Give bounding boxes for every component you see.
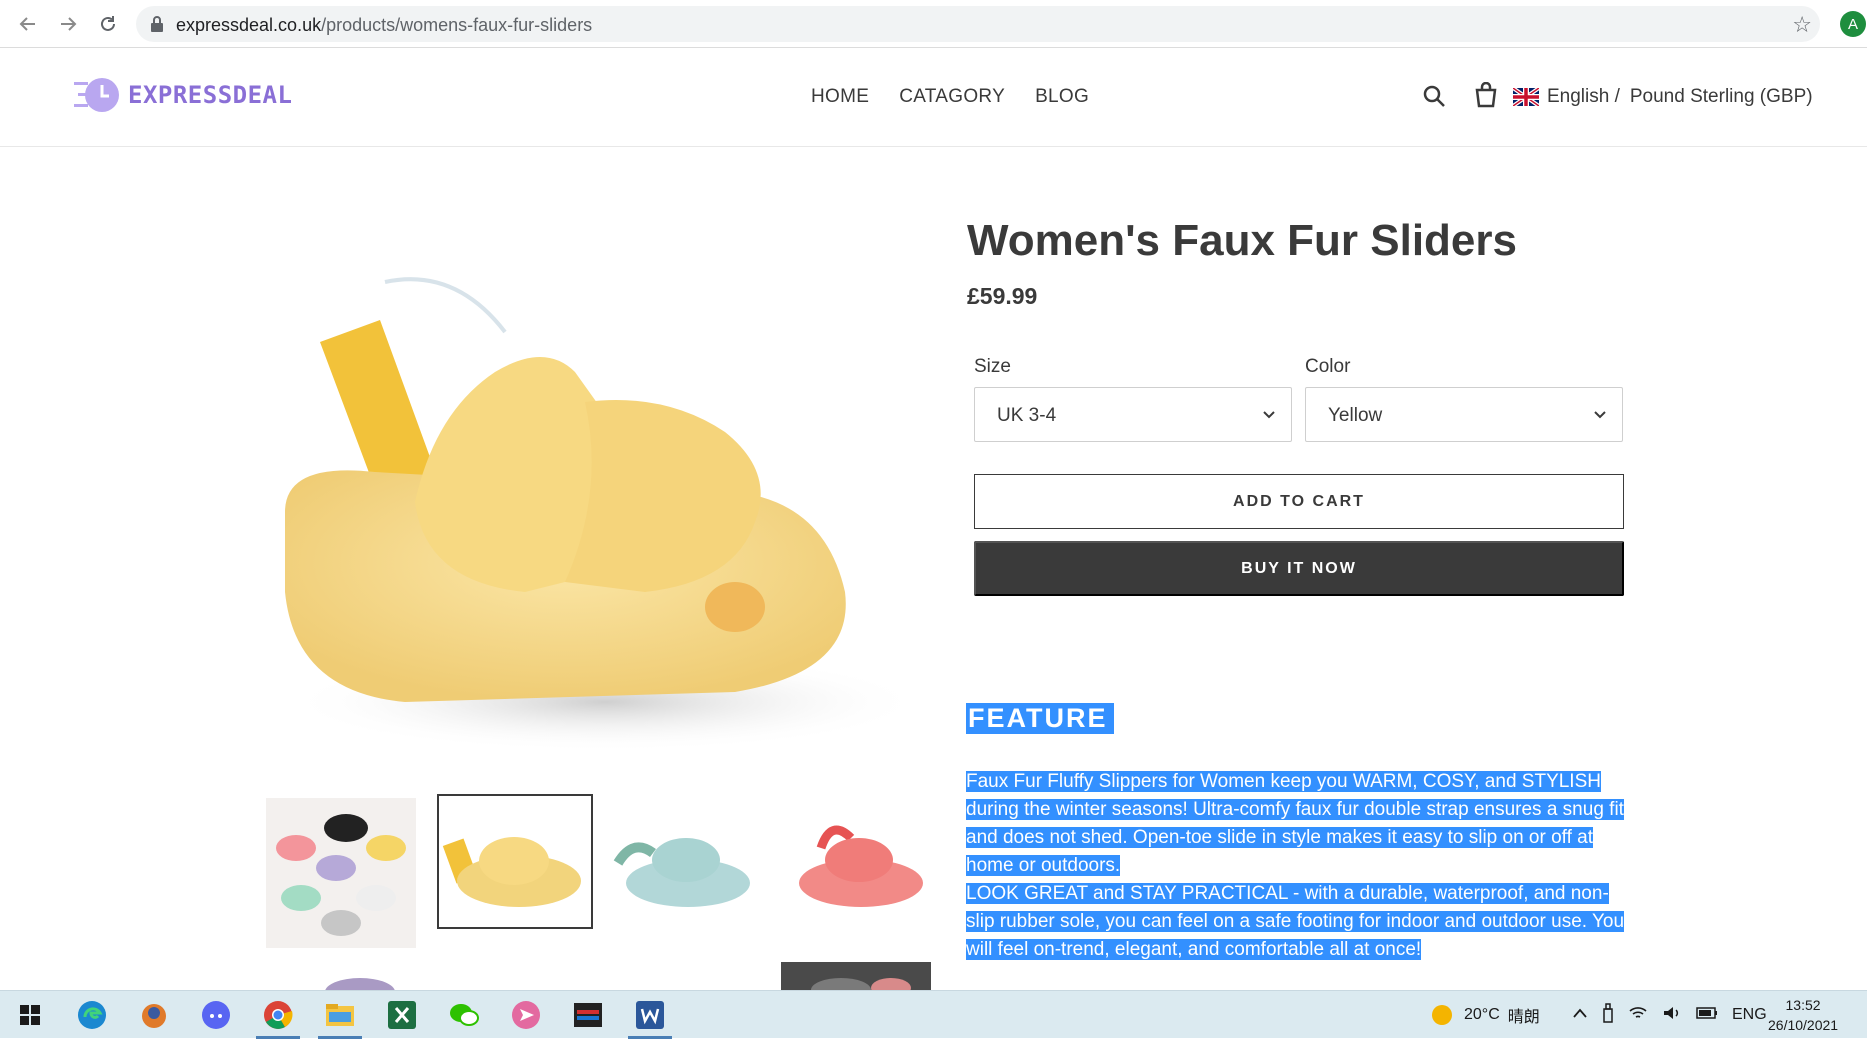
chevron-down-icon — [1592, 406, 1608, 427]
thumbnail-2-selected[interactable] — [437, 794, 593, 929]
forward-arrow-icon[interactable] — [54, 10, 82, 38]
start-icon[interactable] — [4, 995, 56, 1035]
color-label: Color — [1305, 356, 1351, 377]
wechat-icon[interactable] — [438, 995, 490, 1035]
taskbar-clock[interactable]: 13:52 26/10/2021 — [1768, 995, 1838, 1035]
media-icon[interactable] — [562, 995, 614, 1035]
size-select[interactable]: UK 3-4 — [974, 387, 1292, 442]
clock-date: 26/10/2021 — [1768, 1017, 1839, 1033]
edge-icon[interactable] — [66, 995, 118, 1035]
temperature: 20°C — [1464, 1006, 1500, 1023]
nav-catagory[interactable]: CATAGORY — [899, 86, 1005, 108]
sun-icon — [1432, 1005, 1452, 1025]
product-main-image[interactable] — [265, 262, 930, 762]
buy-it-now-button[interactable]: BUY IT NOW — [974, 541, 1624, 596]
browser-toolbar: expressdeal.co.uk/products/womens-faux-f… — [0, 0, 1867, 48]
volume-icon[interactable] — [1662, 1005, 1682, 1026]
thumbnail-1[interactable] — [266, 798, 416, 948]
site-header: EXPRESSDEAL HOME CATAGORY BLOG English /… — [0, 48, 1867, 147]
thumbnail-4[interactable] — [781, 798, 931, 948]
profile-avatar[interactable]: A — [1840, 11, 1866, 37]
chevron-down-icon — [1261, 406, 1277, 427]
excel-icon[interactable] — [376, 995, 428, 1035]
url-text: expressdeal.co.uk/products/womens-faux-f… — [176, 15, 593, 35]
game-icon[interactable] — [128, 995, 180, 1035]
bookmark-star-icon[interactable]: ☆ — [1792, 12, 1812, 38]
clock-time: 13:52 — [1785, 997, 1821, 1013]
usb-icon[interactable] — [1602, 1002, 1614, 1028]
discord-icon[interactable] — [190, 995, 242, 1035]
clock-logo-icon — [74, 78, 119, 112]
add-to-cart-button[interactable]: ADD TO CART — [974, 474, 1624, 529]
currency-label: Pound Sterling (GBP) — [1629, 86, 1813, 107]
feature-heading: FEATURE — [966, 703, 1114, 734]
nav-blog[interactable]: BLOG — [1035, 86, 1089, 108]
product-price: £59.99 — [967, 283, 1038, 309]
send-icon[interactable] — [500, 995, 552, 1035]
weather-text: 晴朗 — [1507, 1009, 1540, 1026]
description-paragraph-2: LOOK GREAT and STAY PRACTICAL - with a d… — [966, 883, 1625, 960]
locale-selector[interactable]: English / Pound Sterling (GBP) — [1513, 86, 1813, 108]
color-select[interactable]: Yellow — [1305, 387, 1623, 442]
reload-icon[interactable] — [94, 10, 122, 38]
wifi-icon[interactable] — [1628, 1005, 1648, 1026]
site-logo[interactable]: EXPRESSDEAL — [74, 74, 292, 116]
language-label: English / — [1547, 86, 1620, 107]
thumbnail-5[interactable] — [310, 962, 400, 992]
size-value: UK 3-4 — [997, 405, 1057, 426]
product-title: Women's Faux Fur Sliders — [967, 216, 1517, 265]
lock-icon — [150, 16, 164, 37]
uk-flag-icon — [1513, 88, 1539, 106]
logo-text: EXPRESSDEAL — [128, 81, 293, 109]
nav-home[interactable]: HOME — [811, 86, 869, 108]
back-arrow-icon[interactable] — [14, 10, 42, 38]
word-icon[interactable] — [624, 995, 676, 1039]
chrome-icon[interactable] — [252, 995, 304, 1039]
cart-bag-icon[interactable] — [1474, 81, 1498, 113]
product-description: Faux Fur Fluffy Slippers for Women keep … — [966, 768, 1626, 964]
input-language[interactable]: ENG — [1732, 1006, 1767, 1024]
main-nav: HOME CATAGORY BLOG — [811, 86, 1089, 108]
weather-widget[interactable]: 20°C 晴朗 — [1430, 991, 1540, 1039]
chevron-up-icon[interactable] — [1572, 1006, 1588, 1024]
battery-icon[interactable] — [1696, 1006, 1718, 1024]
windows-taskbar: 20°C 晴朗 ENG 13:52 26/10/2021 — [0, 990, 1867, 1039]
file-explorer-icon[interactable] — [314, 995, 366, 1039]
address-bar[interactable]: expressdeal.co.uk/products/womens-faux-f… — [136, 6, 1820, 42]
thumbnail-3[interactable] — [608, 798, 758, 948]
description-paragraph-1: Faux Fur Fluffy Slippers for Women keep … — [966, 771, 1624, 876]
system-tray: ENG — [1572, 991, 1767, 1039]
search-icon[interactable] — [1422, 84, 1446, 113]
size-label: Size — [974, 356, 1011, 377]
thumbnail-8[interactable] — [781, 962, 931, 992]
color-value: Yellow — [1328, 405, 1383, 426]
